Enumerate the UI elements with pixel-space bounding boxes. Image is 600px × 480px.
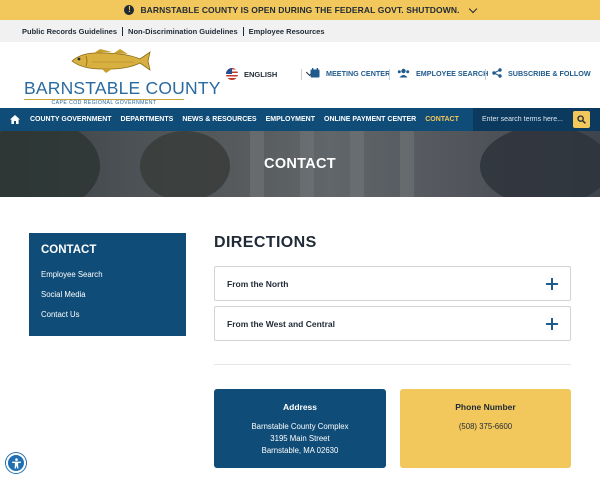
sidebar-item-social-media[interactable]: Social Media [41, 290, 174, 299]
language-label: ENGLISH [244, 69, 278, 79]
phone-heading: Phone Number [455, 402, 516, 412]
info-icon: ! [124, 5, 135, 15]
search-button[interactable] [573, 111, 590, 128]
share-icon [492, 68, 502, 78]
header-divider [389, 69, 390, 80]
address-card: Address Barnstable County Complex 3195 M… [214, 389, 386, 468]
logo-subtitle: CAPE COD REGIONAL GOVERNMENT [51, 100, 157, 106]
accordion-from-north[interactable]: From the North [214, 266, 571, 301]
phone-card: Phone Number (508) 375-6600 [400, 389, 571, 468]
home-icon [10, 115, 20, 124]
accessibility-button[interactable] [6, 453, 26, 473]
site-search [473, 108, 600, 131]
meeting-center-label: MEETING CENTER [326, 68, 391, 78]
nav-departments[interactable]: DEPARTMENTS [121, 116, 174, 123]
address-line: 3195 Main Street [270, 434, 330, 443]
subscribe-follow-label: SUBSCRIBE & FOLLOW [508, 68, 591, 78]
search-icon [577, 115, 586, 124]
plus-icon [546, 278, 558, 290]
nav-online-payment-center[interactable]: ONLINE PAYMENT CENTER [324, 116, 416, 123]
address-line: Barnstable County Complex [251, 422, 349, 431]
meeting-center-link[interactable]: MEETING CENTER [310, 68, 390, 78]
employee-search-label: EMPLOYEE SEARCH [416, 68, 489, 78]
alert-banner[interactable]: ! BARNSTABLE COUNTY IS OPEN DURING THE F… [0, 0, 600, 20]
utility-link-non-discrimination[interactable]: Non-Discrimination Guidelines [123, 26, 244, 36]
page-title: CONTACT [264, 156, 336, 172]
address-line: Barnstable, MA 02630 [261, 446, 339, 455]
utility-bar: Public Records Guidelines Non-Discrimina… [0, 20, 600, 42]
utility-link-employee-resources[interactable]: Employee Resources [244, 27, 330, 36]
header-divider [485, 69, 486, 80]
phone-number[interactable]: (508) 375-6600 [400, 421, 571, 433]
hero-banner: CONTACT [0, 131, 600, 197]
alert-text: BARNSTABLE COUNTY IS OPEN DURING THE FED… [140, 5, 460, 15]
sidebar-item-contact-us[interactable]: Contact Us [41, 310, 174, 319]
logo-title: BARNSTABLE COUNTY [24, 78, 221, 98]
home-link[interactable] [0, 115, 30, 124]
accordion-from-west-central[interactable]: From the West and Central [214, 306, 571, 341]
nav-county-government[interactable]: COUNTY GOVERNMENT [30, 116, 112, 123]
chevron-down-icon[interactable] [468, 4, 477, 13]
fish-logo-icon [71, 49, 151, 73]
site-logo[interactable]: BARNSTABLE COUNTY CAPE COD REGIONAL GOVE… [24, 48, 220, 106]
accordion-label: From the North [227, 278, 289, 289]
language-selector[interactable]: ENGLISH [226, 68, 314, 80]
calendar-icon [310, 68, 320, 78]
accessibility-icon [11, 457, 21, 468]
directions-heading: DIRECTIONS [214, 234, 317, 251]
address-heading: Address [282, 402, 317, 412]
subscribe-follow-link[interactable]: SUBSCRIBE & FOLLOW [492, 68, 591, 78]
nav-employment[interactable]: EMPLOYMENT [266, 116, 315, 123]
users-icon [397, 68, 410, 78]
sidebar-title: CONTACT [41, 244, 97, 256]
nav-news-resources[interactable]: NEWS & RESOURCES [182, 116, 256, 123]
us-flag-icon [226, 68, 238, 80]
header-divider [301, 69, 302, 80]
accordion-label: From the West and Central [227, 318, 335, 329]
plus-icon [546, 318, 558, 330]
nav-contact[interactable]: CONTACT [425, 116, 459, 123]
utility-link-public-records[interactable]: Public Records Guidelines [22, 26, 124, 36]
sidebar-item-employee-search[interactable]: Employee Search [41, 270, 174, 279]
search-input[interactable] [482, 112, 570, 127]
sidebar-nav: CONTACT Employee Search Social Media Con… [29, 233, 186, 336]
employee-search-link[interactable]: EMPLOYEE SEARCH [397, 68, 488, 78]
section-divider [214, 364, 571, 365]
